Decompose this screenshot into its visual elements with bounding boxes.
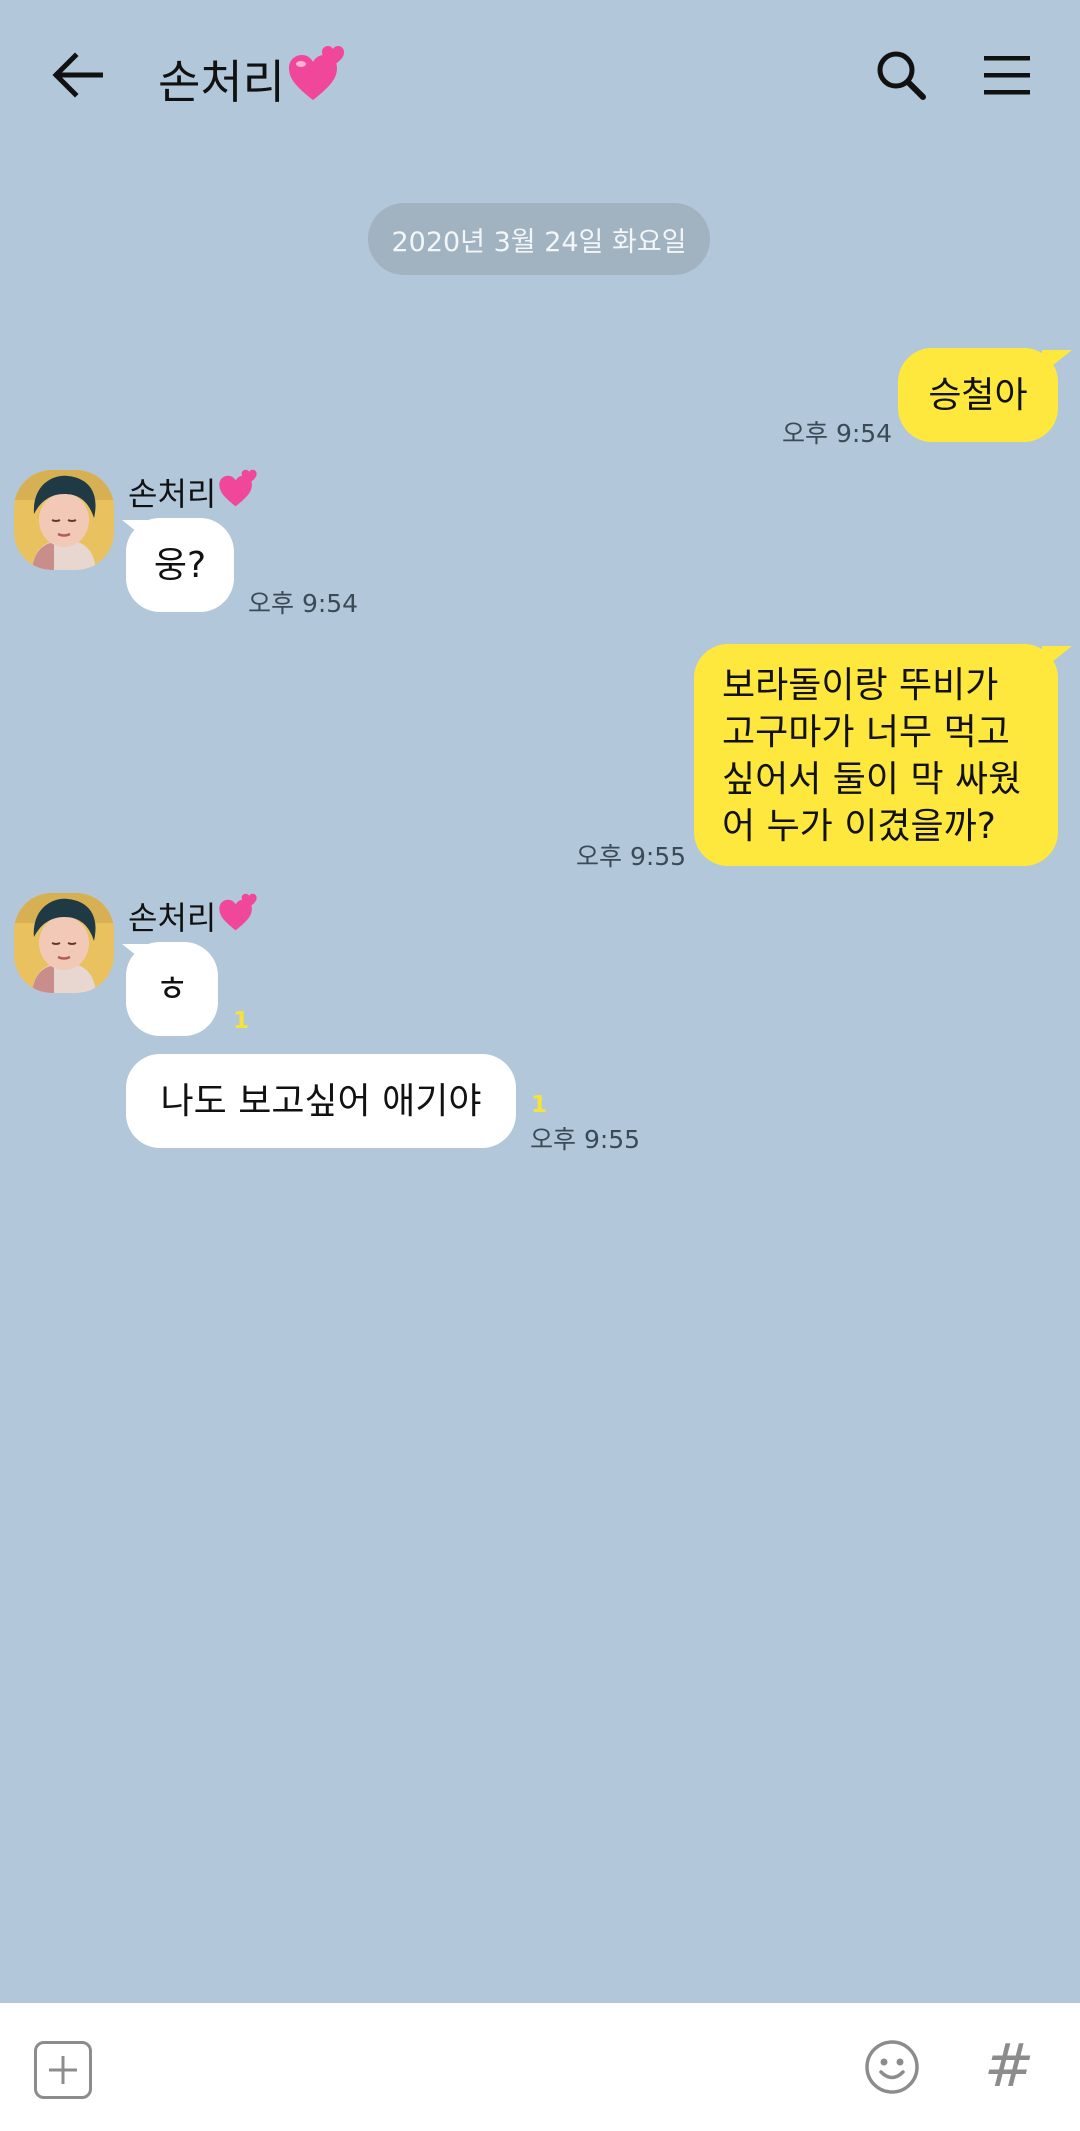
hashtag-icon: # (984, 2031, 1035, 2101)
message-text: ㅎ (155, 968, 189, 1010)
search-icon (877, 51, 926, 100)
message-time: 오후 9:54 (782, 419, 893, 448)
back-button[interactable] (42, 40, 112, 110)
message-line: 보라돌이랑 뚜비가 (722, 665, 999, 706)
message-time: 오후 9:54 (248, 589, 359, 618)
unread-count: 1 (233, 1008, 250, 1034)
other-message-bubble[interactable]: 나도 보고싶어 애기야 (126, 1054, 516, 1148)
chat-title-text: 손처리 (158, 54, 285, 109)
bubble-tail (1042, 646, 1072, 670)
heart-emoji (218, 468, 260, 516)
date-divider: 2020년 3월 24일 화요일 (368, 203, 710, 275)
avatar[interactable] (14, 893, 114, 993)
chat-title: 손처리 (158, 44, 349, 113)
message-text: 나도 보고싶어 애기야 (160, 1080, 482, 1122)
my-message-bubble[interactable]: 승철아 (898, 348, 1058, 442)
input-bar: # (0, 2003, 1080, 2131)
message-text: 승철아 (928, 374, 1028, 416)
heart-emoji (218, 892, 260, 940)
attach-button[interactable] (34, 2041, 92, 2099)
hashtag-button[interactable]: # (984, 2031, 1034, 2101)
message-line: 싶어서 둘이 막 싸웠 (722, 759, 1022, 800)
message-line: 고구마가 너무 먹고 (722, 712, 1010, 753)
message-line: 어 누가 이겼을까? (722, 806, 996, 847)
search-button[interactable] (866, 40, 936, 110)
bubble-tail (122, 520, 152, 544)
menu-icon (984, 56, 1030, 95)
sender-name: 손처리 (128, 468, 260, 516)
unread-count: 1 (531, 1092, 548, 1118)
bubble-tail (1042, 350, 1072, 374)
avatar[interactable] (14, 470, 114, 570)
emoji-icon (865, 2040, 919, 2094)
my-message-bubble[interactable]: 보라돌이랑 뚜비가 고구마가 너무 먹고 싶어서 둘이 막 싸웠 어 누가 이겼… (694, 644, 1058, 866)
emoji-button[interactable] (864, 2039, 920, 2095)
back-arrow-icon (52, 52, 103, 98)
plus-icon (49, 2056, 77, 2084)
message-time: 오후 9:55 (530, 1125, 641, 1154)
bubble-tail (122, 944, 152, 968)
chat-header: 손처리 (0, 0, 1080, 150)
heart-emoji (287, 44, 349, 113)
sender-name: 손처리 (128, 892, 260, 940)
message-time: 오후 9:55 (576, 842, 687, 871)
menu-button[interactable] (972, 40, 1042, 110)
message-text: 웅? (153, 544, 207, 586)
